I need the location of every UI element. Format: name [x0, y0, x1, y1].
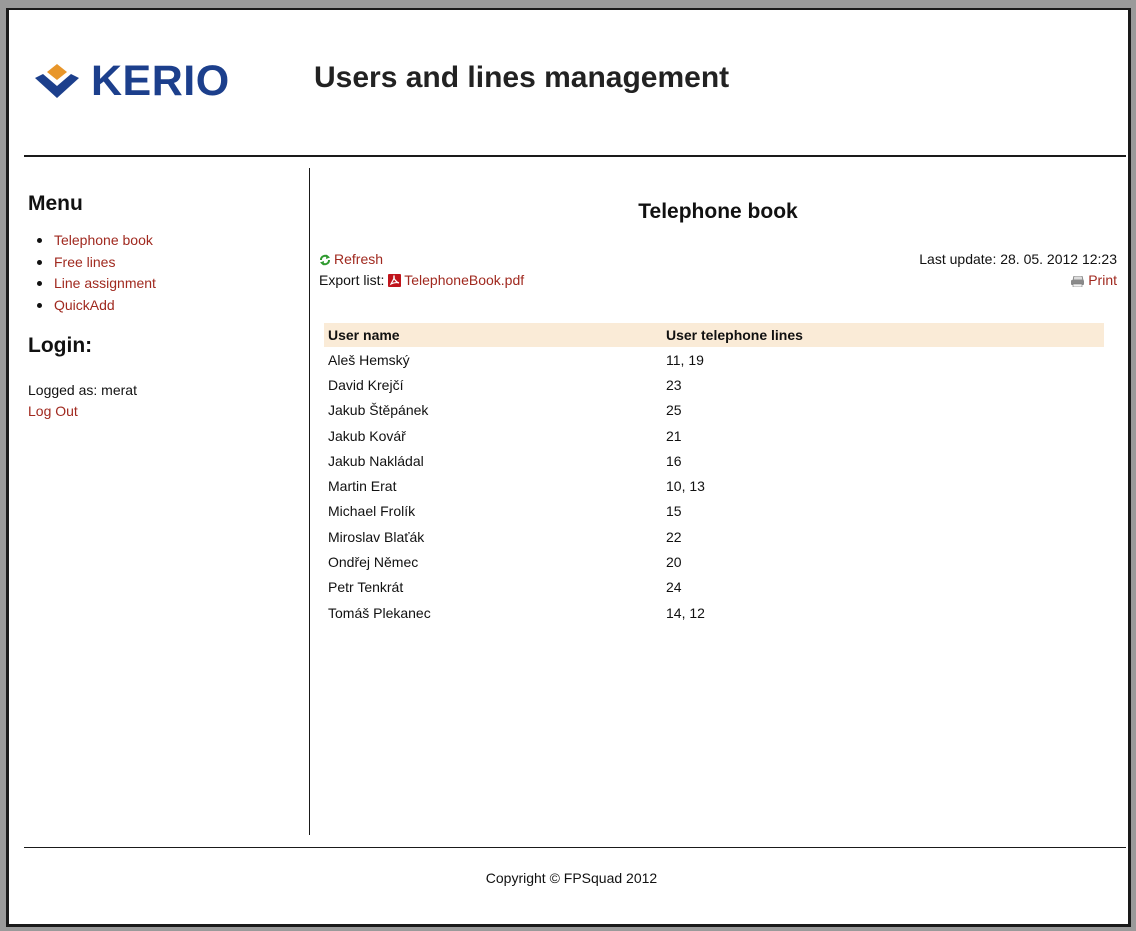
logout-link[interactable]: Log Out — [28, 403, 78, 419]
menu-item-telephone-book: Telephone book — [37, 230, 298, 252]
user-name-cell: Michael Frolík — [328, 503, 416, 520]
user-lines-cell: 10, 13 — [666, 478, 705, 495]
main-content: Telephone book Refresh Export list: Tele… — [319, 200, 1117, 621]
user-lines-cell: 11, 19 — [666, 351, 704, 368]
export-pdf-link[interactable]: TelephoneBook.pdf — [388, 272, 524, 288]
table-row: Tomáš Plekanec 14, 12 — [324, 600, 1104, 625]
table-row: Jakub Kovář 21 — [324, 423, 1104, 448]
page-frame: KERIO Users and lines management Menu Te… — [6, 8, 1131, 927]
user-name-cell: Jakub Nakládal — [328, 452, 424, 469]
menu-list: Telephone book Free lines Line assignmen… — [28, 230, 298, 316]
menu-link-quickadd[interactable]: QuickAdd — [54, 297, 115, 313]
user-lines-cell: 14, 12 — [666, 604, 705, 621]
user-lines-cell: 20 — [666, 554, 682, 571]
print-label: Print — [1088, 272, 1117, 288]
sidebar-divider — [309, 168, 310, 835]
menu-link-line-assignment[interactable]: Line assignment — [54, 275, 156, 291]
user-name-cell: Jakub Štěpánek — [328, 402, 429, 419]
user-lines-cell: 24 — [666, 579, 682, 596]
user-lines-cell: 16 — [666, 452, 682, 469]
user-lines-cell: 15 — [666, 503, 682, 520]
logged-as-text: Logged as: merat — [28, 382, 137, 398]
table-row: Aleš Hemský 11, 19 — [324, 347, 1104, 372]
table-row: Michael Frolík 15 — [324, 499, 1104, 524]
page-title: Telephone book — [638, 200, 798, 223]
pdf-icon — [388, 274, 402, 287]
menu-heading: Menu — [28, 192, 83, 215]
sidebar: Menu Telephone book Free lines Line assi… — [28, 192, 298, 422]
column-header-user-name: User name — [324, 323, 662, 347]
table-row: Jakub Štěpánek 25 — [324, 398, 1104, 423]
table-row: Petr Tenkrát 24 — [324, 575, 1104, 600]
menu-link-telephone-book[interactable]: Telephone book — [54, 232, 153, 248]
footer-copyright: Copyright © FPSquad 2012 — [485, 870, 658, 886]
table-row: Ondřej Němec 20 — [324, 549, 1104, 574]
refresh-label: Refresh — [334, 251, 384, 267]
print-button[interactable]: Print — [1070, 272, 1117, 288]
toolbar: Refresh Export list: TelephoneBook.pdf L… — [319, 249, 1117, 293]
footer-divider — [24, 847, 1126, 848]
table-header-row: User name User telephone lines — [324, 323, 1104, 347]
table-row: Miroslav Blaťák 22 — [324, 524, 1104, 549]
kerio-logo: KERIO — [31, 60, 230, 103]
table-row: David Krejčí 23 — [324, 372, 1104, 397]
print-icon — [1071, 276, 1085, 287]
logo-text: KERIO — [91, 57, 230, 105]
app-title: Users and lines management — [314, 61, 730, 94]
export-row: Export list: TelephoneBook.pdf — [319, 270, 524, 291]
user-lines-cell: 21 — [666, 427, 682, 444]
user-name-cell: David Krejčí — [328, 376, 404, 393]
user-lines-cell: 23 — [666, 376, 682, 393]
menu-item-free-lines: Free lines — [37, 252, 298, 274]
user-name-cell: Petr Tenkrát — [328, 579, 404, 596]
user-name-cell: Aleš Hemský — [328, 351, 410, 368]
column-header-lines: User telephone lines — [662, 323, 1104, 347]
user-name-cell: Tomáš Plekanec — [328, 604, 431, 621]
user-name-cell: Miroslav Blaťák — [328, 528, 425, 545]
menu-item-quickadd: QuickAdd — [37, 295, 298, 317]
refresh-row: Refresh — [319, 249, 524, 270]
toolbar-left: Refresh Export list: TelephoneBook.pdf — [319, 249, 524, 291]
refresh-icon — [320, 254, 330, 266]
menu-item-line-assignment: Line assignment — [37, 273, 298, 295]
table-row: Jakub Nakládal 16 — [324, 448, 1104, 473]
user-lines-cell: 22 — [666, 528, 682, 545]
login-info: Logged as: merat Log Out — [28, 380, 298, 422]
user-name-cell: Martin Erat — [328, 478, 397, 495]
table-row: Martin Erat 10, 13 — [324, 473, 1104, 498]
telephone-book-table: User name User telephone lines Aleš Hems… — [324, 323, 1104, 625]
user-name-cell: Ondřej Němec — [328, 554, 419, 571]
user-name-cell: Jakub Kovář — [328, 427, 406, 444]
login-heading: Login: — [28, 334, 93, 357]
menu-link-free-lines[interactable]: Free lines — [54, 254, 115, 270]
export-file-label: TelephoneBook.pdf — [404, 272, 525, 288]
last-update-text: Last update: 28. 05. 2012 12:23 — [919, 251, 1117, 267]
refresh-button[interactable]: Refresh — [319, 251, 383, 267]
export-label: Export list: — [319, 272, 385, 288]
kerio-chevron-icon — [35, 63, 79, 98]
toolbar-right: Last update: 28. 05. 2012 12:23 Print — [919, 249, 1117, 291]
header-divider — [24, 155, 1126, 157]
user-lines-cell: 25 — [666, 402, 682, 419]
